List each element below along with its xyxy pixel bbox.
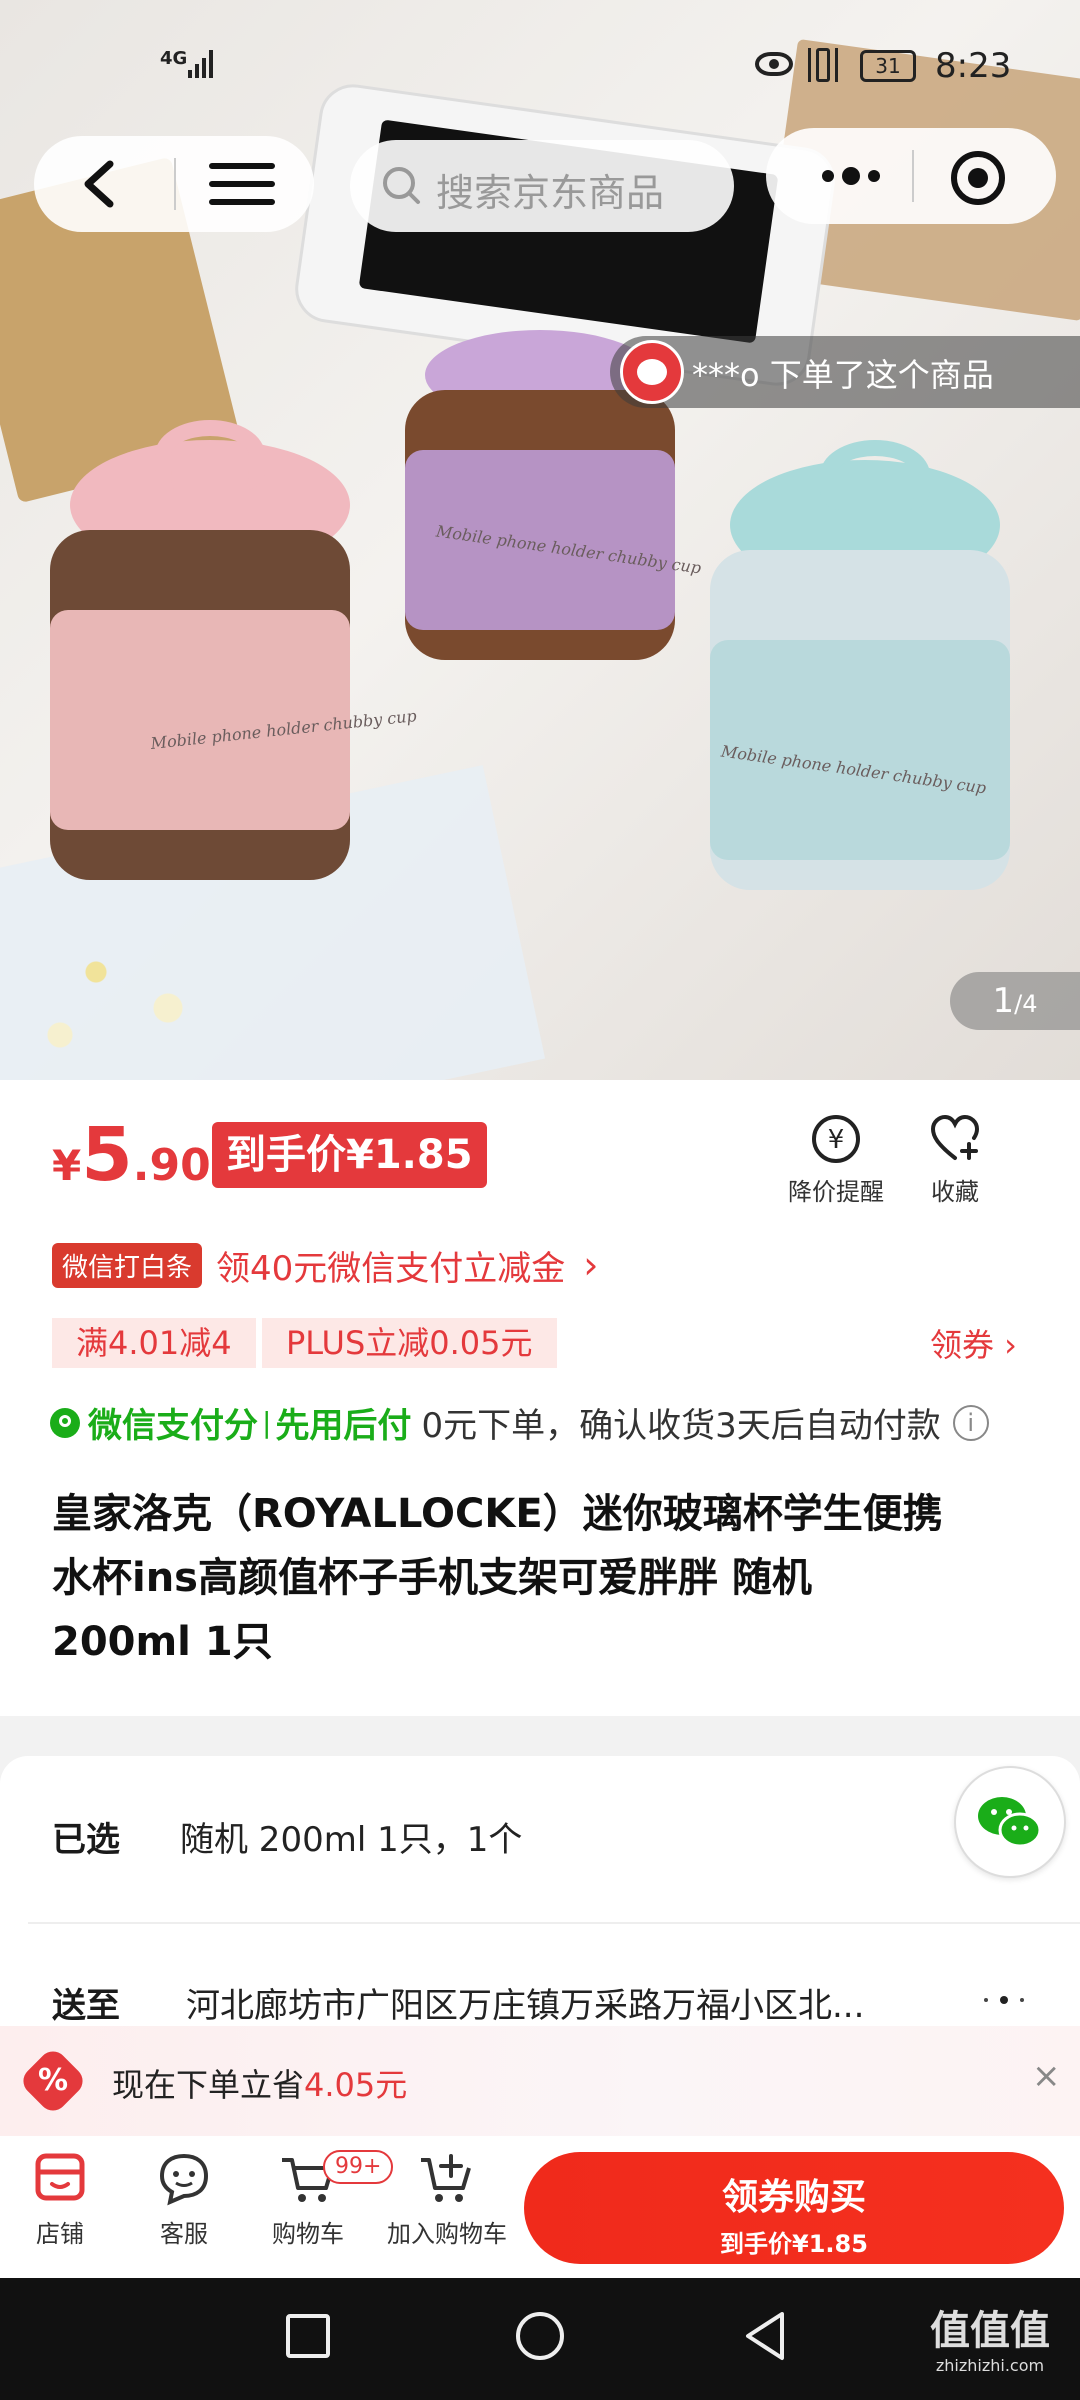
hamburger-icon — [209, 163, 275, 205]
close-icon[interactable]: × — [1032, 2056, 1061, 2096]
recent-apps-button[interactable] — [286, 2314, 330, 2358]
order-notice: ***o 下单了这个商品 — [610, 336, 1080, 408]
triangle-back-icon — [746, 2312, 784, 2360]
watermark: 值值值 zhizhizhi.com — [930, 2308, 1050, 2375]
store-icon — [30, 2150, 90, 2206]
savings-promo-bar[interactable]: % 现在下单立省4.05元 × — [0, 2026, 1080, 2136]
divider — [28, 1922, 1080, 1924]
back-nav-button[interactable] — [740, 2308, 790, 2364]
add-to-cart-button[interactable]: 加入购物车 — [382, 2150, 512, 2249]
product-image-carousel[interactable]: Mobile phone holder chubby cup Mobile ph… — [0, 0, 1080, 1080]
system-navigation-bar: 值值值 zhizhizhi.com — [0, 2278, 1080, 2400]
product-title: 皇家洛克（ROYALLOCKE）迷你玻璃杯学生便携 水杯ins高颜值杯子手机支架… — [52, 1491, 943, 1665]
nav-left-pill — [34, 136, 314, 232]
svg-text:¥: ¥ — [828, 1125, 845, 1155]
back-button[interactable] — [62, 150, 142, 218]
menu-button[interactable] — [202, 156, 282, 212]
wechat-share-button[interactable] — [954, 1766, 1066, 1878]
more-dots-icon — [984, 1996, 1028, 2004]
selected-spec-row[interactable]: 已选 随机 200ml 1只，1个 — [52, 1812, 972, 1872]
status-bar: 4G 31 8:23 — [0, 0, 1080, 130]
favorite-button[interactable]: 收藏 — [900, 1112, 1010, 1207]
get-coupon-link[interactable]: 领券 › — [930, 1320, 1017, 1366]
page-indicator: 1/4 — [950, 972, 1080, 1030]
pink-cup-image: Mobile phone holder chubby cup — [40, 420, 418, 890]
eye-icon — [755, 52, 793, 76]
vibrate-icon — [808, 48, 838, 82]
wechat-promo-row[interactable]: 微信打白条 领40元微信支付立减金 › — [52, 1242, 599, 1289]
search-placeholder: 搜索京东商品 — [436, 171, 665, 215]
battery-icon: 31 — [860, 50, 916, 82]
info-icon[interactable]: i — [952, 1404, 989, 1441]
more-dots-icon — [822, 167, 880, 185]
heart-icon — [930, 1114, 980, 1160]
search-icon — [383, 167, 420, 204]
shipping-row[interactable]: 送至 河北廊坊市广阳区万庄镇万采路万福小区北... — [52, 1978, 1042, 2026]
shop-button[interactable]: 店铺 — [0, 2150, 120, 2249]
joy-mascot-avatar — [620, 340, 684, 404]
wechat-score-icon — [50, 1407, 80, 1438]
home-button[interactable] — [516, 2312, 564, 2360]
price: ¥5.90 — [52, 1112, 211, 1198]
price-alert-icon: ¥ — [812, 1115, 860, 1163]
status-time: 8:23 — [935, 46, 1012, 86]
network-indicator: 4G — [160, 48, 188, 69]
final-price-badge: 到手价¥1.85 — [212, 1122, 487, 1188]
search-bar[interactable]: 搜索京东商品 — [350, 140, 734, 232]
more-button[interactable] — [806, 148, 896, 204]
blue-cup-image: Mobile phone holder chubby cup — [690, 440, 1020, 900]
add-cart-icon — [417, 2150, 477, 2206]
coupon-tag-1: PLUS立减0.05元 — [262, 1318, 557, 1368]
signal-icon — [188, 48, 216, 78]
buy-button[interactable]: 领券购买 到手价¥1.85 — [524, 2152, 1064, 2264]
customer-service-icon — [154, 2150, 214, 2206]
chevron-right-icon: › — [583, 1243, 599, 1287]
customer-service-button[interactable]: 客服 — [124, 2150, 244, 2249]
target-icon — [951, 151, 1005, 205]
price-alert-button[interactable]: ¥ 降价提醒 — [780, 1112, 892, 1207]
close-miniapp-button[interactable] — [946, 146, 1010, 210]
flowers-image — [0, 900, 240, 1080]
wechat-credit-badge: 微信打白条 — [52, 1242, 203, 1288]
miniapp-capsule — [766, 128, 1056, 224]
chevron-left-icon — [84, 160, 114, 208]
coupon-tag-0: 满4.01减4 — [52, 1318, 256, 1368]
pay-later-row[interactable]: 微信支付分 | 先用后付 0元下单，确认收货3天后自动付款 i — [50, 1398, 989, 1447]
wechat-icon — [978, 1797, 1042, 1848]
